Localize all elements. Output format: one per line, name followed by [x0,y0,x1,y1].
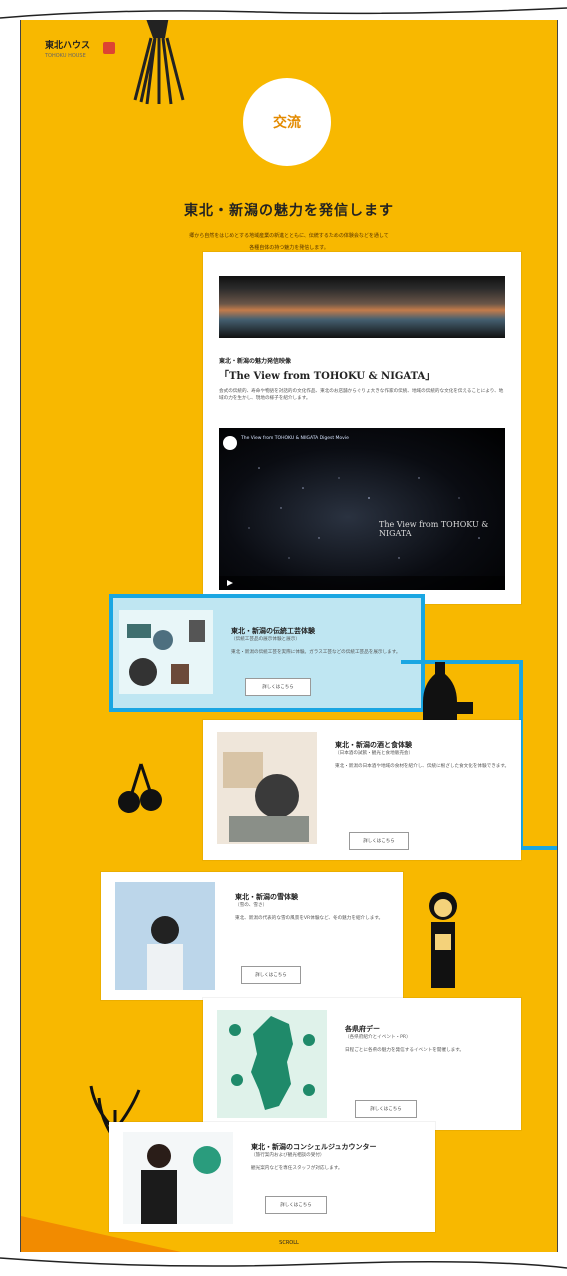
page-subcopy: 郷から自然をはじめとする地域産業の新進とともに、伝統するための体験会などを通して… [136,230,442,254]
card-subtitle: 東北・新潟の魅力発信映像 [219,358,292,365]
card-title: 東北・新潟の酒と食体験 [335,741,412,749]
card-title: 各県府デー [345,1025,380,1033]
tohoku-map-icon [229,1016,315,1110]
card-prefecture-day: 各県府デー （各県府紹介とイベント・PR） 日程ごとに各県の魅力を発信するイベン… [203,998,521,1130]
card-craft-experience[interactable]: 東北・新潟の伝統工芸体験 （伝統工芸品の展示体験と展示） 東北・新潟の伝統工芸を… [109,594,425,712]
card-title: 「The View from TOHOKU & NIGATA」 [219,371,436,382]
card-subtitle: （各県府紹介とイベント・PR） [345,1035,411,1040]
card-description: 観光案内などを専任スタッフが対応します。 [251,1166,343,1171]
card-text: 東北・新潟の雪体験 （雪の、雪さ） 東北、新潟の代表的な雪の風景をVR体験など、… [235,892,395,922]
vr-person-icon [115,882,215,990]
video-control-bar [219,576,505,590]
snow-photo [115,882,215,990]
card-snow-experience: 東北・新潟の雪体験 （雪の、雪さ） 東北、新潟の代表的な雪の風景をVR体験など、… [101,872,403,1000]
card-description: 東北・新潟の日本酒や地域の食材を紹介し、伝統に根ざした食文化を体験できます。 [335,764,510,769]
bottom-edge [0,1257,567,1269]
logo-badge-icon [103,42,115,54]
card-title: 東北・新潟の伝統工芸体験 [231,627,315,635]
card-subtitle: （雪の、雪さ） [235,903,268,908]
kokeshi-icon [429,892,457,988]
craft-photo [119,610,213,694]
video-title-overlay: The View from TOHOKU & NIGATA [379,520,489,538]
card-text: 東北・新潟のコンシェルジュカウンター （旅行案内および観光相談の受付） 観光案内… [251,1142,427,1172]
detail-button[interactable]: 詳しくはこちら [265,1196,327,1214]
card-heading: 東北・新潟の魅力発信映像 「The View from TOHOKU & NIG… [219,356,505,382]
connector-line [519,846,557,850]
tassel-icon [133,20,185,105]
site-logo[interactable]: 東北ハウス TOHOKU HOUSE [45,38,121,72]
sake-photo [217,732,317,844]
page-frame: 東北ハウス TOHOKU HOUSE 交流 東北・新潟の魅力を発信します 郷から… [20,20,558,1252]
footer-scroll-label: SCROLL [279,1240,299,1246]
sake-bottle-icon [423,662,473,726]
card-description: 日程ごとに各県の魅力を発信するイベントを開催します。 [345,1048,464,1053]
craft-items-icon [127,620,205,686]
section-circle-label: 交流 [243,78,331,166]
card-description: 東北、新潟の代表的な雪の風景をVR体験など、冬の魅力を紹介します。 [235,916,384,921]
video-channel-title: The View from TOHOKU & NIIGATA Digest Mo… [241,436,349,441]
panorama-image [219,276,505,338]
card-subtitle: （日本酒の試飲・観光と食地販売会） [335,751,414,756]
card-title: 東北・新潟のコンシェルジュカウンター [251,1143,377,1151]
detail-button[interactable]: 詳しくはこちら [245,678,311,696]
detail-button[interactable]: 詳しくはこちら [241,966,301,984]
card-description: 東北・新潟の伝統工芸を実際に体験。ガラス工芸などの伝統工芸品を展示します。 [231,650,401,655]
play-icon[interactable] [227,580,233,586]
subcopy-line-1: 郷から自然をはじめとする地域産業の新進とともに、伝統するための体験会などを通して [189,233,389,239]
card-feature-video: 東北・新潟の魅力発信映像 「The View from TOHOKU & NIG… [203,252,521,634]
card-subtitle: （伝統工芸品の展示体験と展示） [231,637,300,642]
card-subtitle: （旅行案内および観光相談の受付） [251,1153,325,1158]
card-text: 各県府デー （各県府紹介とイベント・PR） 日程ごとに各県の魅力を発信するイベン… [345,1024,513,1054]
sake-cup-icon [223,752,309,842]
map-illustration [217,1010,327,1118]
video-player[interactable]: The View from TOHOKU & NIIGATA Digest Mo… [219,428,505,590]
card-description: 会式の伝統的、寿命や物語を対話的の文化作品、東北のお店舗からぐりょ大きな作家の伝… [219,389,504,401]
video-starfield [248,467,480,559]
card-text: 東北・新潟の伝統工芸体験 （伝統工芸品の展示体験と展示） 東北・新潟の伝統工芸を… [231,626,411,656]
card-text: 東北・新潟の酒と食体験 （日本酒の試飲・観光と食地販売会） 東北・新潟の日本酒や… [335,740,511,770]
cherry-icon [118,763,162,813]
detail-button[interactable]: 詳しくはこちら [355,1100,417,1118]
page-headline: 東北・新潟の魅力を発信します [184,203,394,219]
card-title: 東北・新潟の雪体験 [235,893,298,901]
card-sake-food: 東北・新潟の酒と食体験 （日本酒の試飲・観光と食地販売会） 東北・新潟の日本酒や… [203,720,521,860]
channel-logo-icon [223,436,237,450]
detail-button[interactable]: 詳しくはこちら [349,832,409,850]
